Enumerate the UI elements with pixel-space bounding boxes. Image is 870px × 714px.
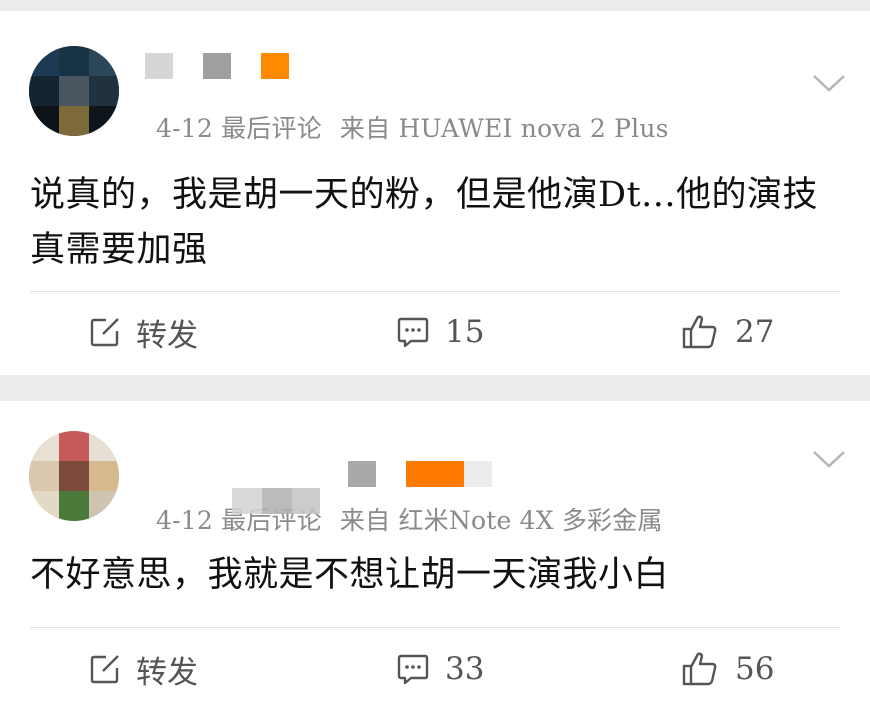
comment-bubble-icon [397,317,429,348]
avatar[interactable] [29,46,119,136]
top-gap [0,0,870,11]
card-gap [0,375,870,401]
repost-label: 转发 [136,317,198,354]
action-bar: 转发 33 56 [0,647,870,691]
meta-source: 来自 HUAWEI nova 2 Plus [339,114,669,143]
like-count: 56 [735,651,775,687]
comment-card: 4-12 最后评论 来自 HUAWEI nova 2 Plus 说真的，我是胡一天… [0,11,870,375]
comment-button[interactable]: 15 [395,310,484,354]
comment-count: 33 [445,651,485,687]
action-bar: 转发 15 27 [0,310,870,354]
repost-button[interactable]: 转发 [88,310,198,354]
repost-label: 转发 [136,654,198,691]
username-blurred[interactable] [145,53,295,79]
blur-overlay [232,488,320,514]
like-button[interactable]: 27 [681,310,774,354]
comment-card: 4-12 最后评论 来自 红米Note 4X 多彩金属 不好意思，我就是不想让胡一… [0,401,870,714]
edit-square-icon [90,655,119,684]
meta-source: 来自 红米Note 4X 多彩金属 [339,506,663,535]
thumbs-up-icon [682,652,717,686]
like-button[interactable]: 56 [681,647,774,691]
comment-count: 15 [445,314,485,350]
divider [30,291,840,292]
avatar[interactable] [29,431,119,521]
comment-meta: 4-12 最后评论 来自 HUAWEI nova 2 Plus [156,109,669,145]
divider [30,627,840,628]
repost-button[interactable]: 转发 [88,647,198,691]
like-count: 27 [735,314,775,350]
comment-text[interactable]: 说真的，我是胡一天的粉，但是他演Dt...他的演技真需要加强 [30,168,840,278]
comment-button[interactable]: 33 [395,647,484,691]
chevron-down-icon[interactable] [812,449,846,469]
meta-date: 4-12 最后评论 [156,114,322,143]
edit-square-icon [90,318,119,347]
comment-bubble-icon [397,654,429,685]
comment-text[interactable]: 不好意思，我就是不想让胡一天演我小白 [30,548,840,603]
chevron-down-icon[interactable] [812,73,846,93]
username-blurred[interactable] [348,461,498,487]
thumbs-up-icon [682,315,717,349]
